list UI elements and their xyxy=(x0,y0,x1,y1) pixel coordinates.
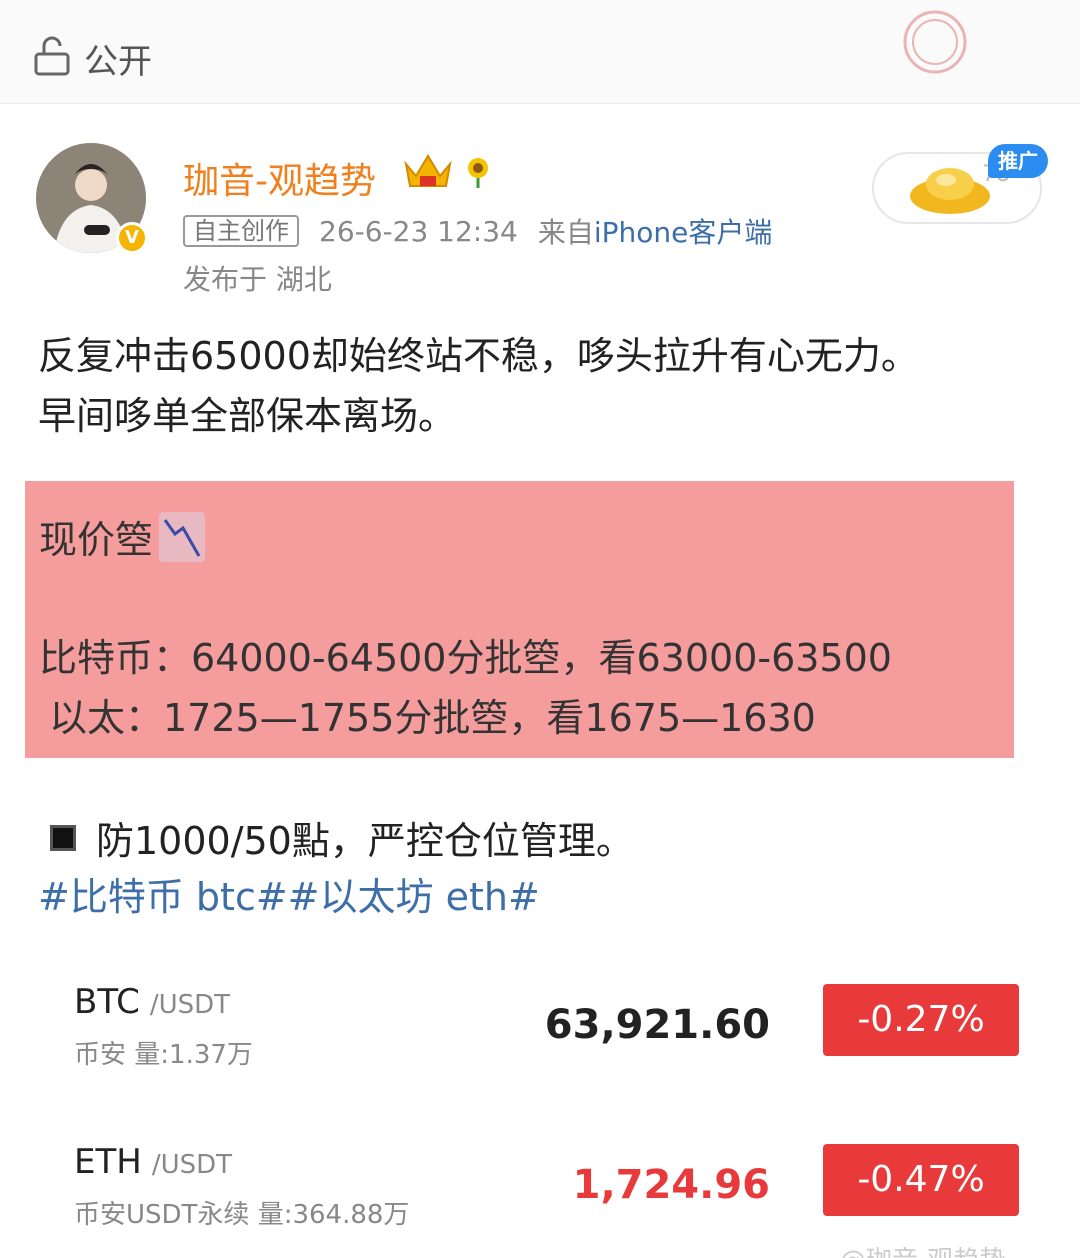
stop-loss-text: 防1000/50點，严控仓位管理。 xyxy=(96,819,634,863)
device-link[interactable]: iPhone客户端 xyxy=(594,211,773,251)
lock-open-icon xyxy=(34,36,70,76)
ticker-sub: 币安USDT永续 量:364.88万 xyxy=(74,1200,410,1230)
highlight-btc: 比特币：64000-64500分批箜，看63000-63500 xyxy=(39,636,892,680)
watermark: @珈音-观趋势 xyxy=(840,1240,1005,1258)
verified-badge-icon: V xyxy=(116,222,148,254)
post-line-1: 反复冲击65000却始终站不稳，哆头拉升有心无力。 xyxy=(38,334,919,378)
from-prefix: 来自 xyxy=(537,216,594,249)
original-tag: 自主创作 xyxy=(183,215,299,247)
gold-ingot-icon xyxy=(910,168,990,214)
username[interactable]: 珈音-观趋势 xyxy=(183,152,376,204)
location-text: 发布于 湖北 xyxy=(183,263,332,296)
visibility-label[interactable]: 公开 xyxy=(84,34,152,83)
ticker-quote: /USDT xyxy=(149,990,231,1020)
promo-button[interactable]: 78 推广 xyxy=(872,144,1048,224)
stop-loss-line: 防1000/50點，严控仓位管理。 xyxy=(50,810,634,865)
ticker-price: 63,921.60 xyxy=(544,1002,770,1048)
post-time: 26-6-23 12:34 xyxy=(319,214,518,248)
ticker-change-badge[interactable]: -0.47% xyxy=(823,1144,1019,1216)
hashtags[interactable]: #比特币 btc##以太坊 eth# xyxy=(38,866,540,921)
ticker-card-btc[interactable]: BTC/USDT 币安 量:1.37万 63,921.60 -0.27% xyxy=(74,982,1024,1092)
black-square-icon xyxy=(50,824,76,851)
stamp-icon xyxy=(903,10,967,74)
highlight-box: 现价箜 比特币：64000-64500分批箜，看63000-63500 以太：1… xyxy=(25,481,1014,758)
top-bar: 公开 xyxy=(0,0,1080,104)
post-meta: 自主创作 26-6-23 12:34 来自 iPhone客户端 xyxy=(183,211,772,251)
chart-decreasing-icon xyxy=(159,511,206,562)
ticker-change-badge[interactable]: -0.27% xyxy=(823,984,1019,1056)
highlight-heading-text: 现价箜 xyxy=(39,518,154,562)
ticker-symbol: BTC xyxy=(74,982,140,1022)
post-line-2: 早间哆单全部保本离场。 xyxy=(38,394,457,438)
ticker-price: 1,724.96 xyxy=(572,1162,770,1208)
ticker-card-eth[interactable]: ETH/USDT 币安USDT永续 量:364.88万 1,724.96 -0.… xyxy=(74,1142,1024,1252)
post-text: 反复冲击65000却始终站不稳，哆头拉升有心无力。 早间哆单全部保本离场。 xyxy=(38,326,1048,446)
promo-badge: 推广 xyxy=(988,144,1048,178)
crown-icon[interactable] xyxy=(402,150,454,192)
sunflower-icon xyxy=(468,158,488,188)
ticker-quote: /USDT xyxy=(151,1150,233,1180)
highlight-eth: 以太：1725—1755分批箜，看1675—1630 xyxy=(49,696,816,740)
ticker-sub: 币安 量:1.37万 xyxy=(74,1040,253,1070)
ticker-symbol: ETH xyxy=(74,1142,142,1182)
highlight-heading: 现价箜 xyxy=(39,509,206,564)
